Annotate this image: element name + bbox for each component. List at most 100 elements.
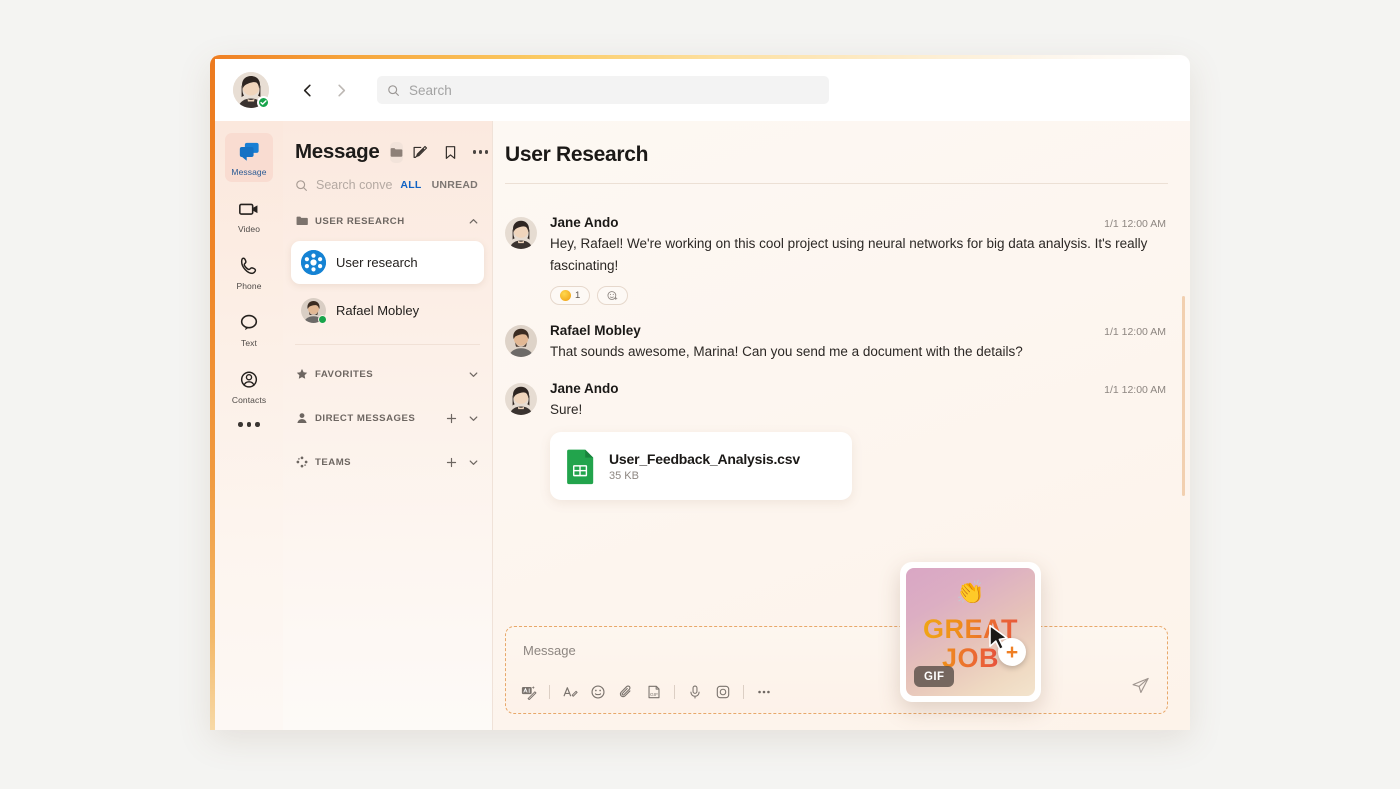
conversation-rafael-mobley[interactable]: Rafael Mobley [291,289,484,332]
message-text: Sure! [550,401,583,417]
avatar [505,324,537,357]
chevron-up-icon[interactable] [468,216,479,227]
filter-all[interactable]: ALL [400,179,421,191]
avatar [301,298,327,324]
message-item: Jane Ando 1/1 12:00 AM Sure! User_Feedba… [493,363,1190,501]
sidebar-item-phone[interactable]: Phone [225,247,273,296]
conversation-header: Message [283,121,492,164]
teams-icon [295,456,308,468]
screenshot-button[interactable] [715,684,731,700]
toolbar-divider [674,685,675,699]
conversation-header-actions [413,145,489,160]
audio-button[interactable] [687,684,703,700]
reaction-count: 1 [575,289,581,301]
reaction-pill[interactable]: 1 [550,285,591,305]
section-direct-messages[interactable]: DIRECT MESSAGES [283,403,492,433]
folder-filter-button[interactable] [389,141,403,163]
navigation-rail: Message Video Phone Text Contacts [215,121,283,730]
list-divider [295,344,480,345]
thread-divider [505,183,1168,184]
message-header: Jane Ando 1/1 12:00 AM [550,381,1166,396]
conversation-list-panel: Message ALL UNREAD [283,121,493,730]
gif-button[interactable]: GIF [646,684,662,700]
sidebar-item-label: Contacts [231,395,267,405]
sidebar-item-label: Text [241,338,257,348]
message-reactions: 1 [550,285,1166,305]
composer-placeholder: Message [523,643,576,658]
message-author: Jane Ando [550,380,619,396]
section-actions [468,216,479,227]
conversation-user-research[interactable]: User research [291,241,484,284]
folder-icon [390,147,402,157]
global-search[interactable] [377,76,829,104]
section-favorites[interactable]: FAVORITES [283,359,492,389]
add-icon[interactable] [446,457,457,468]
chevron-down-icon[interactable] [468,369,479,380]
file-meta: User_Feedback_Analysis.csv 35 KB [609,451,800,482]
video-icon [237,197,261,221]
page-title: Message [295,140,380,163]
avatar[interactable] [233,72,270,109]
message-body: Jane Ando 1/1 12:00 AM Sure! User_Feedba… [537,381,1166,501]
contacts-icon [237,368,261,392]
sidebar-item-video[interactable]: Video [225,190,273,239]
window-left-accent [210,55,215,730]
chevron-down-icon[interactable] [468,457,479,468]
search-input[interactable] [409,82,819,98]
conversation-name: User research [336,255,418,270]
forward-button[interactable] [332,81,350,99]
gif-image: 👏 GREAT JOB GIF + [906,568,1035,696]
section-actions [446,457,479,468]
avatar [505,217,537,249]
rail-more-button[interactable] [238,422,260,427]
message-author: Rafael Mobley [550,322,641,338]
message-scrollbar[interactable] [1182,296,1185,496]
filter-unread[interactable]: UNREAD [432,179,478,191]
smile-emoji-icon [560,289,571,301]
compose-button[interactable] [413,145,428,160]
toolbar-divider [549,685,550,699]
add-reaction-button[interactable] [597,285,629,305]
camera-icon [716,685,730,699]
avatar [505,382,537,415]
section-teams[interactable]: TEAMS [283,447,492,477]
person-icon [295,412,308,424]
message-body: Rafael Mobley 1/1 12:00 AM That sounds a… [537,323,1166,363]
gif-icon: GIF [648,685,660,699]
clapping-hands-icon: 👏 [956,579,985,605]
gif-preview-card[interactable]: 👏 GREAT JOB GIF + [900,562,1041,702]
more-icon [758,690,770,694]
more-button[interactable] [472,150,489,154]
conversation-search-input[interactable] [316,178,393,192]
message-composer[interactable]: Message GIF [505,626,1168,714]
section-label: DIRECT MESSAGES [315,412,416,424]
sidebar-item-label: Message [231,167,267,177]
back-button[interactable] [298,81,316,99]
message-timestamp: 1/1 12:00 AM [1104,325,1166,338]
emoji-button[interactable] [590,684,606,700]
star-icon [295,368,308,380]
file-attachment-card[interactable]: User_Feedback_Analysis.csv 35 KB [550,432,852,501]
attach-button[interactable] [618,684,634,700]
send-button[interactable] [1131,676,1150,700]
cursor-pointer-icon [989,624,1008,651]
send-icon [1132,677,1149,694]
message-item: Jane Ando 1/1 12:00 AM Hey, Rafael! We'r… [493,197,1190,305]
top-bar [215,59,1190,121]
text-icon [237,311,261,335]
search-icon [296,179,307,191]
ai-translate-button[interactable] [521,684,537,700]
chevron-down-icon[interactable] [468,413,479,424]
file-size: 35 KB [609,469,639,482]
format-button[interactable] [562,684,578,700]
message-list[interactable]: Jane Ando 1/1 12:00 AM Hey, Rafael! We'r… [493,197,1190,634]
bookmark-button[interactable] [443,145,458,160]
section-user-research[interactable]: USER RESEARCH [283,206,492,236]
sidebar-item-contacts[interactable]: Contacts [225,361,273,410]
add-icon[interactable] [446,413,457,424]
message-text: Hey, Rafael! We're working on this cool … [550,236,1148,273]
sidebar-item-message[interactable]: Message [225,133,273,182]
folder-icon [295,215,308,227]
more-tools-button[interactable] [756,684,772,700]
sidebar-item-text[interactable]: Text [225,304,273,353]
